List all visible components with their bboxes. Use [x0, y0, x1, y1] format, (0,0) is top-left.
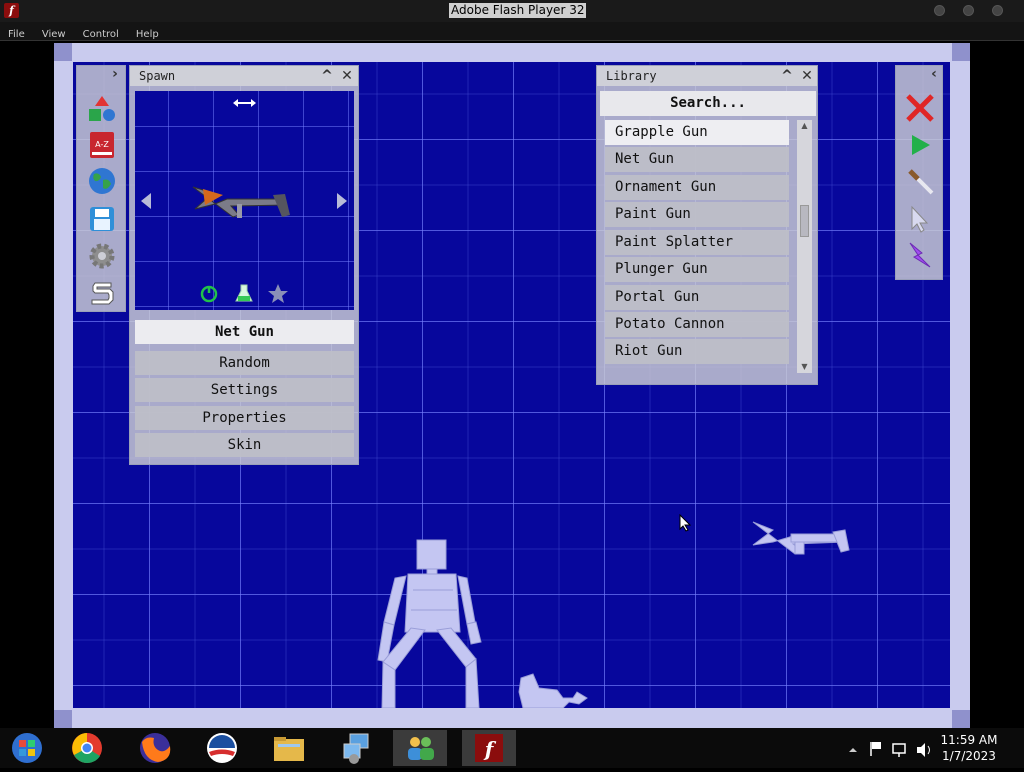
library-item[interactable]: Portal Gun: [605, 285, 789, 310]
plunger-gun-object[interactable]: [518, 673, 588, 708]
lightning-icon[interactable]: [904, 239, 936, 271]
random-button[interactable]: Random: [135, 351, 354, 375]
star-icon[interactable]: [268, 284, 288, 303]
settings-button[interactable]: Settings: [135, 378, 354, 402]
left-toolbar: › A-Z: [76, 65, 126, 312]
frame-corner: [54, 710, 72, 728]
title-bar: f Adobe Flash Player 32: [0, 0, 1024, 22]
library-item[interactable]: Grapple Gun: [605, 120, 789, 145]
library-item[interactable]: Net Gun: [605, 147, 789, 172]
volume-icon[interactable]: [917, 743, 930, 757]
clock-date: 1/7/2023: [942, 749, 996, 763]
library-scrollbar[interactable]: ▲ ▼: [797, 120, 812, 373]
clock-time: 11:59 AM: [940, 733, 998, 747]
people-icon[interactable]: [393, 730, 447, 766]
right-toolbar: ‹: [895, 65, 943, 280]
selected-spawn-item: Net Gun: [135, 320, 354, 344]
flip-arrow-icon[interactable]: [233, 99, 256, 107]
frame-corner: [54, 43, 72, 61]
menu-file[interactable]: File: [0, 25, 25, 44]
close-panel-button[interactable]: ✕: [339, 68, 355, 84]
collapse-panel-button[interactable]: ^: [779, 68, 795, 84]
mouse-cursor-icon: [679, 514, 691, 532]
taskbar-clock[interactable]: 11:59 AM 1/7/2023: [934, 732, 1004, 764]
scroll-up-arrow[interactable]: ▲: [797, 120, 812, 132]
play-icon[interactable]: [904, 129, 936, 161]
library-item[interactable]: Paint Gun: [605, 202, 789, 227]
net-gun-object[interactable]: [752, 521, 850, 555]
firefox-icon[interactable]: [128, 730, 182, 766]
network-settings-icon[interactable]: [330, 730, 384, 766]
svg-text:A-Z: A-Z: [95, 140, 109, 149]
dictionary-icon[interactable]: A-Z: [87, 130, 117, 160]
menu-bar: File View Control Help: [0, 22, 1024, 41]
library-panel: Library ^ ✕ Search... Grapple Gun Net Gu…: [596, 65, 818, 385]
windows-start-icon[interactable]: [0, 730, 54, 766]
menu-view[interactable]: View: [34, 25, 66, 44]
flash-player-icon[interactable]: f: [462, 730, 516, 766]
frame-corner: [952, 710, 970, 728]
library-search-input[interactable]: Search...: [600, 91, 816, 116]
scroll-down-arrow[interactable]: ▼: [797, 361, 812, 373]
show-hidden-icons-icon[interactable]: [849, 748, 857, 752]
scroll-thumb[interactable]: [800, 205, 809, 237]
library-item[interactable]: Paint Splatter: [605, 230, 789, 255]
obama-logo-icon[interactable]: [195, 730, 249, 766]
frame-corner: [952, 43, 970, 61]
library-item[interactable]: Ornament Gun: [605, 175, 789, 200]
spawn-panel-header[interactable]: Spawn ^ ✕: [130, 66, 358, 86]
minimize-button[interactable]: [934, 5, 945, 16]
library-item[interactable]: Riot Gun: [605, 339, 789, 364]
library-item[interactable]: Plunger Gun: [605, 257, 789, 282]
spawn-preview[interactable]: [135, 91, 354, 310]
flash-app-icon: f: [4, 3, 19, 18]
properties-button[interactable]: Properties: [135, 406, 354, 430]
previous-item-arrow[interactable]: [141, 193, 151, 209]
collapse-toolbar-button[interactable]: ‹: [926, 66, 942, 82]
flask-icon[interactable]: [235, 284, 253, 302]
knife-icon[interactable]: [904, 165, 936, 197]
s-logo-icon[interactable]: [87, 277, 117, 307]
system-tray: [845, 728, 940, 768]
library-item[interactable]: Potato Cannon: [605, 312, 789, 337]
chrome-icon[interactable]: [60, 730, 114, 766]
gear-icon[interactable]: [87, 241, 117, 271]
pointer-icon[interactable]: [904, 203, 936, 235]
power-icon[interactable]: [200, 285, 218, 303]
menu-control[interactable]: Control: [75, 25, 119, 44]
shapes-icon[interactable]: [87, 94, 117, 124]
close-x-icon[interactable]: [904, 92, 936, 124]
close-panel-button[interactable]: ✕: [799, 68, 815, 84]
library-panel-title: Library: [606, 69, 657, 83]
spawn-panel: Spawn ^ ✕ Net Gun Random Settings Proper…: [129, 65, 359, 465]
taskbar: f 11:59 AM 1/7/2023: [0, 728, 1024, 768]
close-window-button[interactable]: [992, 5, 1003, 16]
ragdoll-figure[interactable]: [377, 539, 482, 708]
expand-toolbar-button[interactable]: ›: [107, 66, 123, 82]
action-center-flag-icon[interactable]: [870, 742, 881, 756]
spawn-panel-title: Spawn: [139, 69, 176, 83]
network-icon[interactable]: [892, 743, 906, 757]
maximize-button[interactable]: [963, 5, 974, 16]
skin-button[interactable]: Skin: [135, 433, 354, 457]
file-explorer-icon[interactable]: [262, 730, 316, 766]
menu-help[interactable]: Help: [128, 25, 159, 44]
net-gun-preview: [192, 186, 290, 218]
collapse-panel-button[interactable]: ^: [319, 68, 335, 84]
library-panel-header[interactable]: Library ^ ✕: [597, 66, 817, 86]
window-title: Adobe Flash Player 32: [449, 3, 587, 18]
next-item-arrow[interactable]: [337, 193, 347, 209]
globe-icon[interactable]: [87, 166, 117, 196]
save-disk-icon[interactable]: [87, 204, 117, 234]
